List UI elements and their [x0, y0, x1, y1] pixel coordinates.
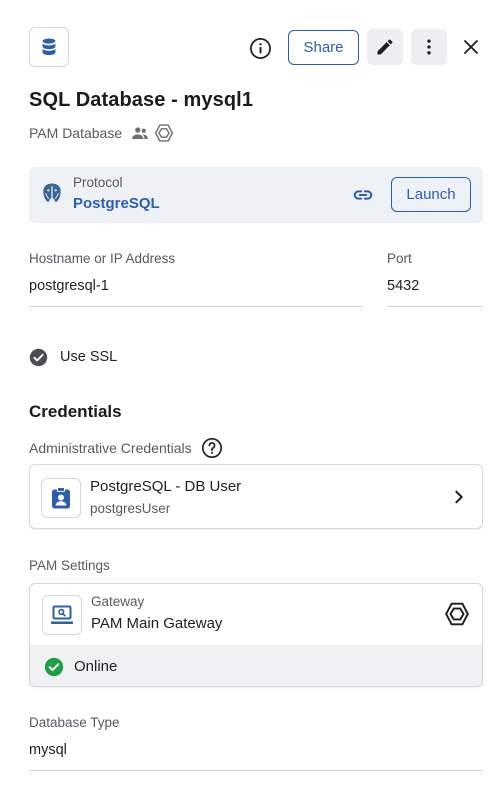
- admin-credentials-label: Administrative Credentials: [29, 440, 192, 456]
- people-icon: [131, 126, 149, 140]
- credential-name: PostgreSQL - DB User: [90, 478, 242, 495]
- protocol-label: Protocol: [73, 175, 123, 190]
- gateway-card[interactable]: Gateway PAM Main Gateway Online: [29, 583, 483, 687]
- gateway-status-text: Online: [74, 658, 118, 675]
- edit-button[interactable]: [367, 29, 403, 65]
- gateway-status: Online: [30, 645, 482, 686]
- port-label: Port: [387, 251, 412, 266]
- database-icon: [29, 27, 69, 67]
- hexagon-icon: [444, 601, 470, 632]
- launch-button[interactable]: Launch: [391, 177, 471, 212]
- pam-settings-label: PAM Settings: [29, 558, 110, 573]
- share-button[interactable]: Share: [288, 30, 359, 65]
- use-ssl-label: Use SSL: [60, 349, 118, 365]
- hostname-value[interactable]: postgresql-1: [29, 278, 109, 294]
- protocol-value: PostgreSQL: [73, 195, 160, 212]
- hexagon-icon: [154, 123, 174, 143]
- record-title: SQL Database - mysql1: [29, 89, 254, 111]
- link-icon[interactable]: [351, 184, 375, 211]
- laptop-icon: [42, 595, 82, 635]
- protocol-card: Protocol PostgreSQL Launch: [29, 167, 483, 223]
- hostname-underline: [29, 306, 363, 307]
- database-type-underline: [29, 770, 483, 771]
- gateway-name: PAM Main Gateway: [91, 615, 223, 632]
- help-icon[interactable]: [201, 437, 223, 459]
- info-icon[interactable]: [247, 35, 273, 61]
- credential-username: postgresUser: [90, 501, 171, 516]
- more-vertical-icon: [427, 39, 431, 55]
- postgresql-icon: [41, 182, 63, 211]
- record-subtitle: PAM Database: [29, 123, 174, 143]
- port-value[interactable]: 5432: [387, 278, 419, 294]
- credentials-heading: Credentials: [29, 402, 122, 421]
- pencil-icon: [377, 39, 393, 55]
- port-underline: [387, 306, 483, 307]
- id-badge-icon: [41, 478, 81, 518]
- use-ssl-checkbox[interactable]: Use SSL: [29, 347, 117, 367]
- chevron-right-icon: [451, 488, 467, 511]
- gateway-label: Gateway: [91, 594, 145, 609]
- admin-credentials-row: Administrative Credentials: [29, 437, 223, 459]
- database-type-label: Database Type: [29, 715, 120, 730]
- record-type-label: PAM Database: [29, 125, 123, 141]
- database-type-value[interactable]: mysql: [29, 742, 67, 758]
- top-toolbar: Share: [29, 27, 484, 67]
- admin-credential-item[interactable]: PostgreSQL - DB User postgresUser: [29, 464, 483, 529]
- more-options-button[interactable]: [411, 29, 447, 65]
- check-circle-icon: [29, 348, 48, 367]
- hostname-label: Hostname or IP Address: [29, 251, 176, 266]
- close-icon[interactable]: [459, 35, 483, 59]
- online-check-icon: [44, 657, 64, 677]
